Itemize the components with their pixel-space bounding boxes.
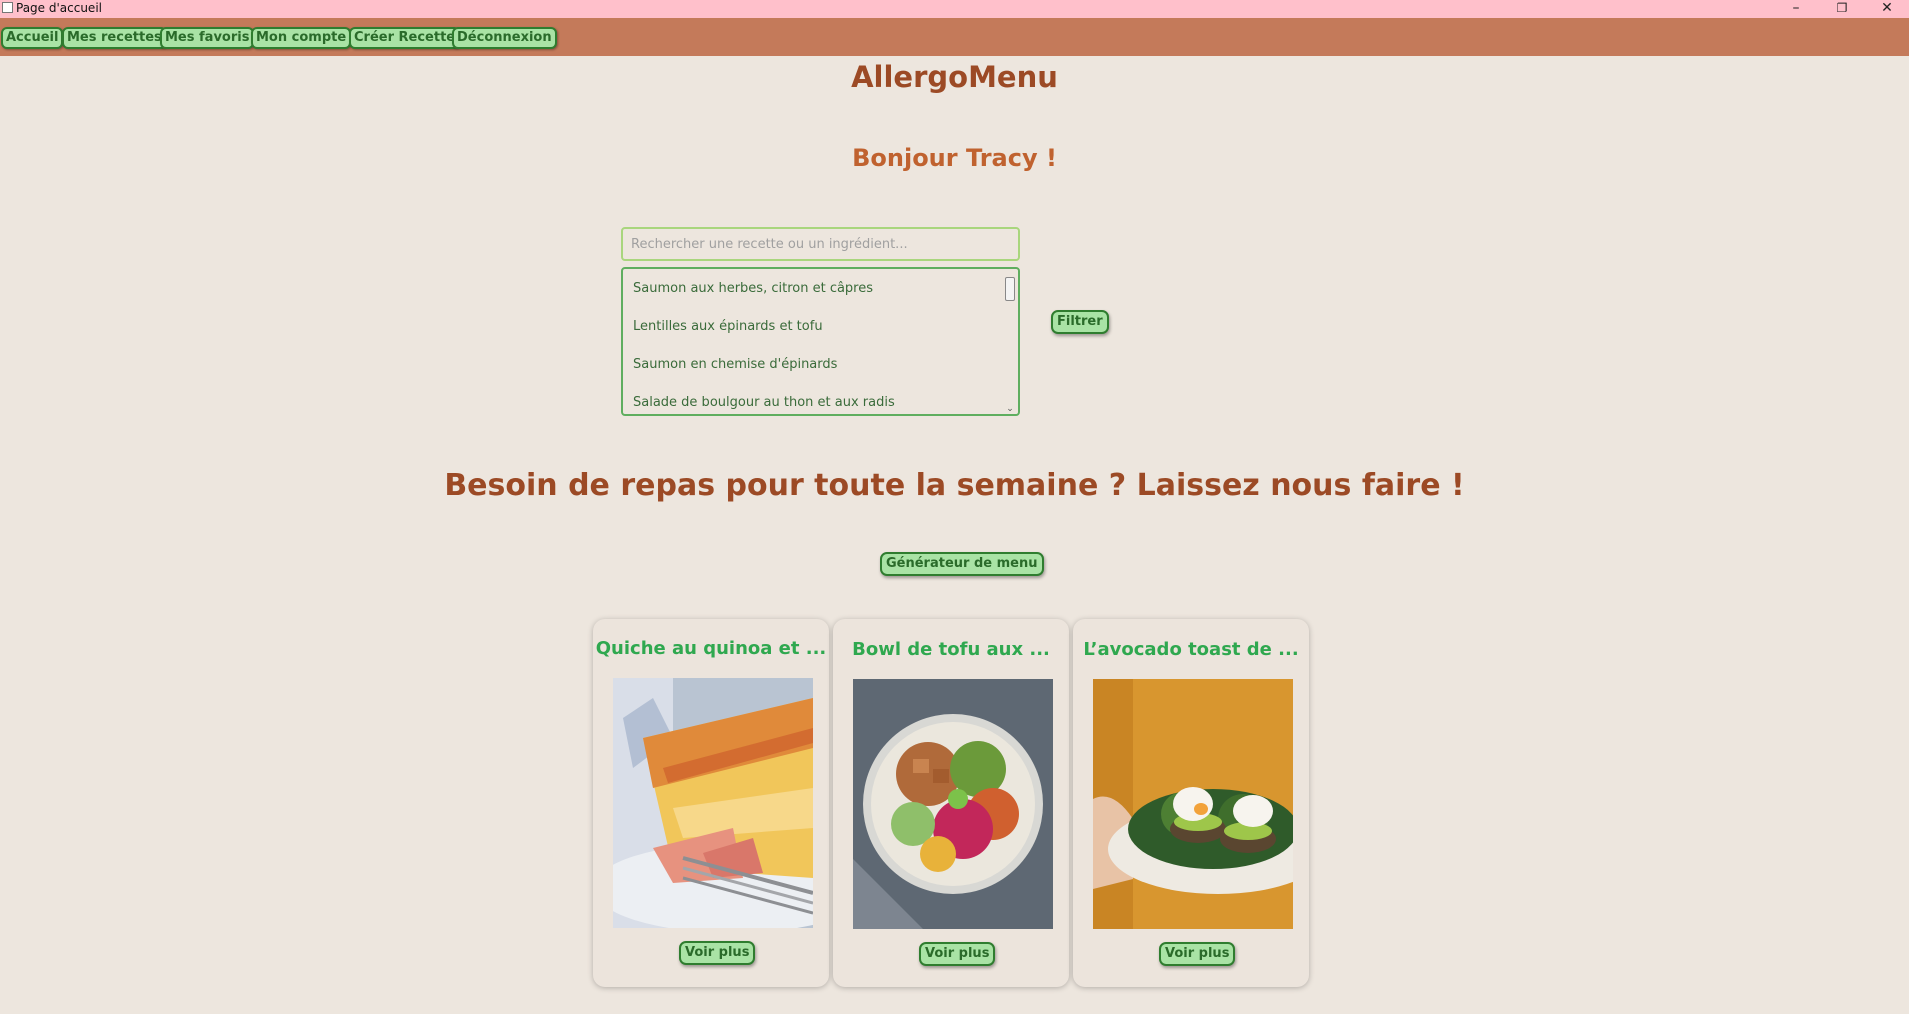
quiche-image xyxy=(613,678,813,928)
nav-mes-recettes-button[interactable]: Mes recettes xyxy=(62,27,167,49)
search-input[interactable] xyxy=(621,227,1020,261)
list-item[interactable]: Salade de boulgour au thon et aux radis xyxy=(633,395,895,410)
window-titlebar: Page d'accueil – ❐ ✕ xyxy=(0,0,1909,18)
nav-mes-favoris-button[interactable]: Mes favoris xyxy=(160,27,255,49)
restore-icon[interactable]: ❐ xyxy=(1822,0,1862,17)
minimize-icon[interactable]: – xyxy=(1776,0,1816,17)
recipe-results-list[interactable]: Saumon aux herbes, citron et câpres Lent… xyxy=(621,267,1020,416)
scrollbar-thumb[interactable] xyxy=(1005,277,1015,301)
app-icon xyxy=(2,2,13,13)
list-scrollbar[interactable]: ⌄ xyxy=(1004,271,1016,414)
filter-button[interactable]: Filtrer xyxy=(1051,310,1109,334)
list-item[interactable]: Saumon aux herbes, citron et câpres xyxy=(633,281,873,296)
window-title: Page d'accueil xyxy=(16,1,102,15)
list-item[interactable]: Saumon en chemise d'épinards xyxy=(633,357,837,372)
nav-bar: Accueil Mes recettes Mes favoris Mon com… xyxy=(0,18,1909,56)
recipe-card-title: Bowl de tofu aux ... xyxy=(852,639,1050,660)
app-title: AllergoMenu xyxy=(851,60,1058,94)
nav-creer-recette-button[interactable]: Créer Recette xyxy=(349,27,461,49)
voir-plus-button[interactable]: Voir plus xyxy=(1159,942,1236,966)
weekly-menu-tagline: Besoin de repas pour toute la semaine ? … xyxy=(444,468,1465,503)
recipe-card-title: Quiche au quinoa et ... xyxy=(595,638,827,659)
avocado-toast-image xyxy=(1093,679,1293,929)
voir-plus-button[interactable]: Voir plus xyxy=(919,942,996,966)
tofu-bowl-image xyxy=(853,679,1053,929)
menu-generator-button[interactable]: Générateur de menu xyxy=(880,552,1044,576)
nav-mon-compte-button[interactable]: Mon compte xyxy=(251,27,352,49)
nav-accueil-button[interactable]: Accueil xyxy=(1,27,64,49)
scroll-down-arrow-icon[interactable]: ⌄ xyxy=(1004,404,1016,414)
voir-plus-button[interactable]: Voir plus xyxy=(679,941,756,965)
greeting-text: Bonjour Tracy ! xyxy=(852,144,1057,172)
recipe-card: Quiche au quinoa et ... Voir plus xyxy=(593,619,829,987)
list-item[interactable]: Lentilles aux épinards et tofu xyxy=(633,319,823,334)
nav-deconnexion-button[interactable]: Déconnexion xyxy=(452,27,557,49)
close-icon[interactable]: ✕ xyxy=(1867,0,1907,17)
recipe-card: Bowl de tofu aux ... Voir plus xyxy=(833,619,1069,987)
recipe-card-title: L’avocado toast de ... xyxy=(1083,639,1299,660)
recipe-card: L’avocado toast de ... Voir plus xyxy=(1073,619,1309,987)
